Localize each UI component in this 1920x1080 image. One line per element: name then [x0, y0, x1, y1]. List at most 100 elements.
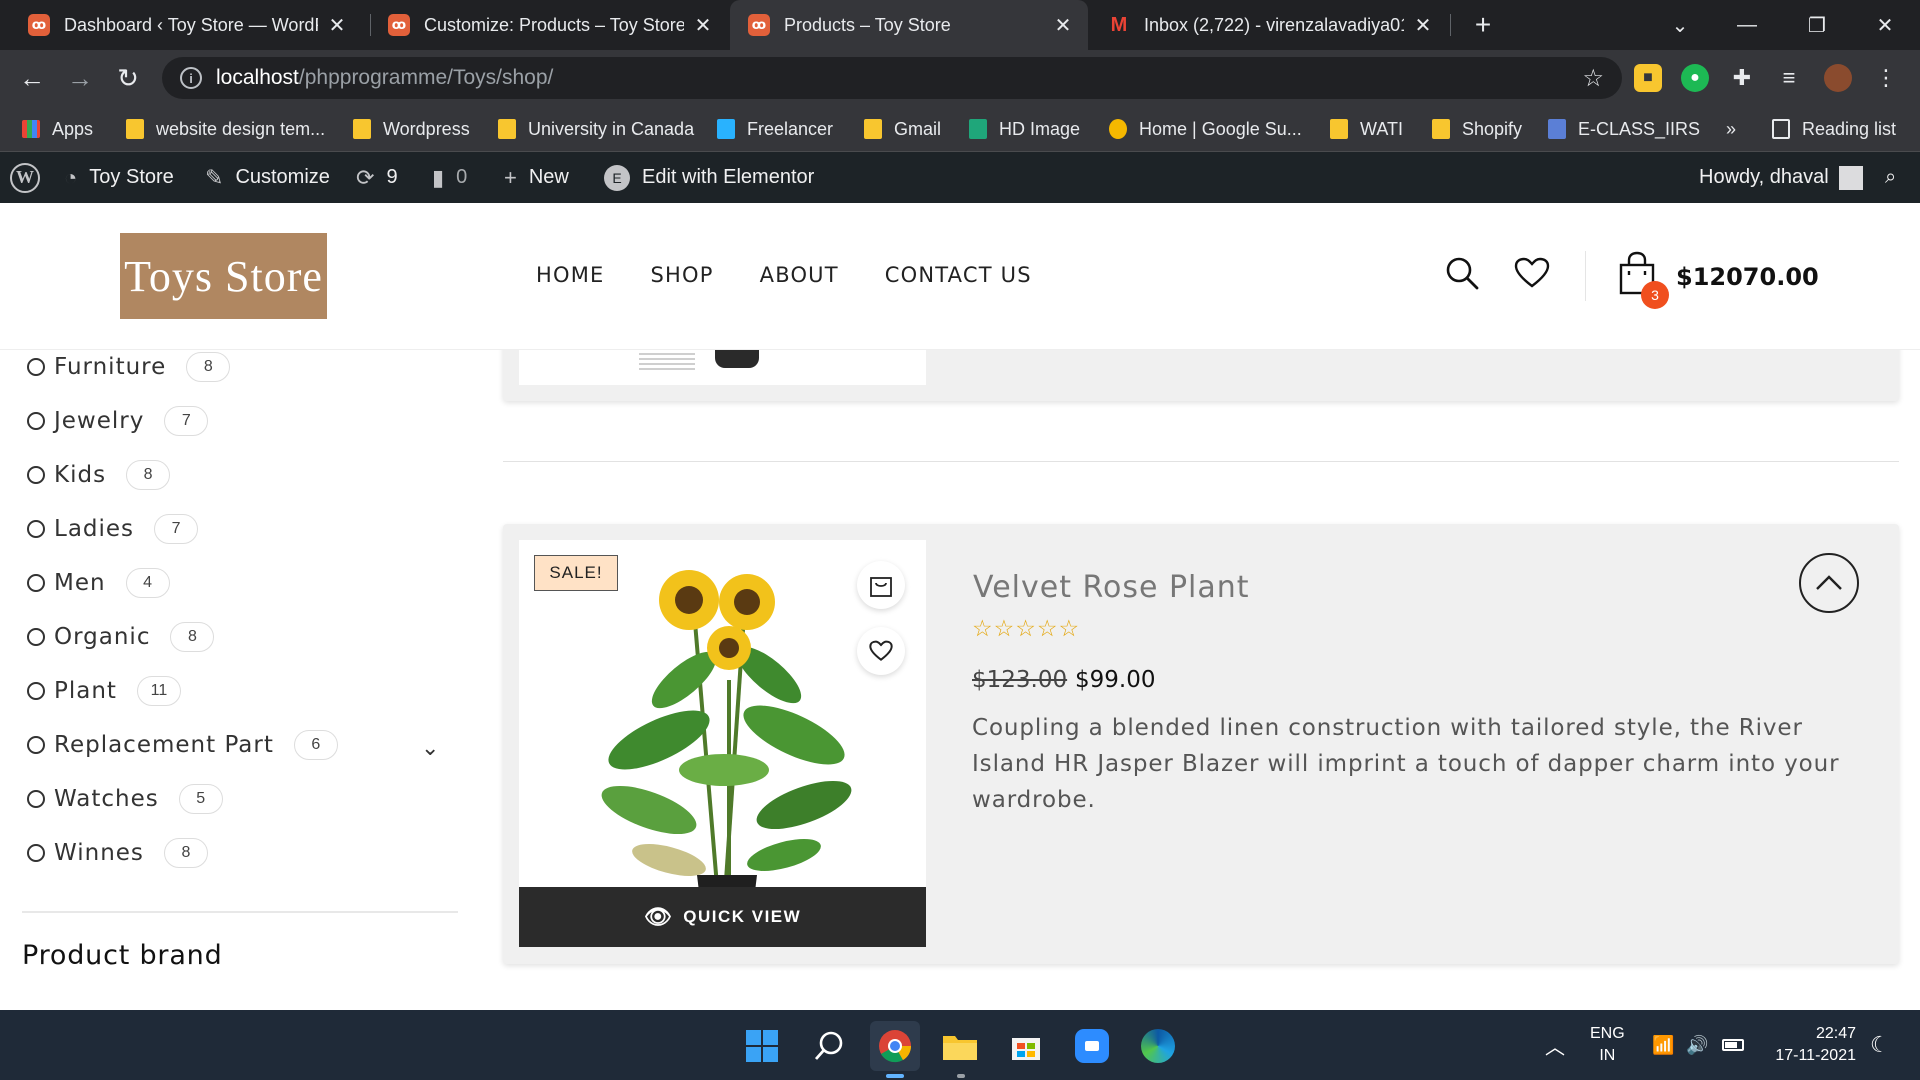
add-to-cart-button[interactable] — [857, 561, 905, 609]
product-title[interactable]: Velvet Rose Plant — [973, 570, 1250, 605]
close-tab-icon[interactable]: ✕ — [692, 13, 714, 38]
bookmarks-overflow-button[interactable]: » — [1726, 106, 1736, 152]
site-logo[interactable]: Toys Store — [120, 233, 327, 319]
category-name: Jewelry — [54, 408, 145, 434]
rating-stars: ☆☆☆☆☆ — [972, 615, 1081, 641]
close-window-icon[interactable]: ✕ — [1850, 0, 1920, 50]
media-control-icon[interactable]: ≡ — [1775, 64, 1803, 92]
extension-green-icon[interactable]: ● — [1681, 64, 1709, 92]
category-replacement-part[interactable]: Replacement Part 6 — [27, 728, 338, 762]
bookmark-website-design[interactable]: website design tem... — [126, 106, 325, 152]
bookmark-eclass-iirs[interactable]: E-CLASS_IIRS — [1548, 106, 1700, 152]
search-icon[interactable] — [1444, 255, 1480, 291]
bookmark-gmail[interactable]: Gmail — [864, 106, 941, 152]
category-name: Men — [54, 570, 106, 596]
admin-account[interactable]: Howdy, dhaval — [1699, 152, 1863, 203]
category-ladies[interactable]: Ladies 7 — [27, 512, 199, 546]
extension-note-icon[interactable]: ■ — [1634, 64, 1662, 92]
edge-icon[interactable] — [1133, 1021, 1183, 1071]
close-tab-icon[interactable]: ✕ — [1412, 13, 1434, 38]
nav-shop[interactable]: SHOP — [651, 263, 714, 287]
tab-dashboard[interactable]: ꝏ Dashboard ‹ Toy Store — WordPr ✕ — [10, 0, 362, 50]
tab-products[interactable]: ꝏ Products – Toy Store ✕ — [730, 0, 1088, 50]
wifi-icon[interactable]: 📶 — [1652, 1010, 1674, 1080]
radio-icon[interactable] — [27, 790, 45, 808]
radio-icon[interactable] — [27, 628, 45, 646]
category-men[interactable]: Men 4 — [27, 566, 170, 600]
close-tab-icon[interactable]: ✕ — [326, 13, 348, 38]
nav-contact-us[interactable]: CONTACT US — [885, 263, 1032, 287]
bookmark-star-icon[interactable]: ☆ — [1582, 64, 1604, 93]
admin-customize[interactable]: ✎ Customize — [205, 152, 330, 203]
bookmark-label: HD Image — [999, 118, 1081, 139]
wishlist-heart-icon[interactable] — [1514, 257, 1550, 289]
profile-avatar[interactable] — [1824, 64, 1852, 92]
radio-icon[interactable] — [27, 574, 45, 592]
windows-start-icon[interactable] — [737, 1021, 787, 1071]
radio-icon[interactable] — [27, 358, 45, 376]
extensions-puzzle-icon[interactable]: ✚ — [1728, 64, 1756, 92]
howdy-label: Howdy, dhaval — [1699, 166, 1829, 188]
add-to-wishlist-button[interactable] — [857, 627, 905, 675]
admin-site-name[interactable]: ◔ Toy Store — [64, 152, 174, 203]
clock[interactable]: 22:47 17-11-2021 — [1770, 1010, 1856, 1080]
bookmark-shopify[interactable]: Shopify — [1432, 106, 1522, 152]
bookmark-university-canada[interactable]: University in Canada — [498, 106, 694, 152]
category-furniture[interactable]: Furniture 8 — [27, 350, 231, 384]
radio-icon[interactable] — [27, 520, 45, 538]
address-bar[interactable]: i localhost/phpprogramme/Toys/shop/ ☆ — [162, 57, 1622, 99]
minimize-icon[interactable]: — — [1712, 0, 1782, 50]
radio-icon[interactable] — [27, 412, 45, 430]
forward-arrow-icon[interactable]: → — [62, 60, 98, 96]
category-jewelry[interactable]: Jewelry 7 — [27, 404, 209, 438]
site-info-icon[interactable]: i — [180, 67, 202, 89]
notifications-moon-icon[interactable]: ☾ — [1870, 1010, 1890, 1080]
scroll-to-top-button[interactable] — [1799, 553, 1859, 613]
menu-kebab-icon[interactable]: ⋮ — [1872, 64, 1900, 92]
reload-icon[interactable]: ↻ — [110, 60, 146, 96]
volume-icon[interactable]: 🔊 — [1686, 1010, 1708, 1080]
admin-edit-elementor[interactable]: E Edit with Elementor — [604, 152, 814, 203]
category-organic[interactable]: Organic 8 — [27, 620, 215, 654]
taskbar-search-icon[interactable] — [804, 1021, 854, 1071]
radio-icon[interactable] — [27, 736, 45, 754]
back-arrow-icon[interactable]: ← — [14, 60, 50, 96]
chevron-down-icon[interactable]: ⌄ — [421, 735, 439, 761]
microsoft-store-icon[interactable] — [1001, 1021, 1051, 1071]
tab-search-icon[interactable]: ⌄ — [1645, 0, 1715, 50]
bookmark-freelancer[interactable]: Freelancer — [717, 106, 833, 152]
quick-view-button[interactable]: 👁 QUICK VIEW — [519, 887, 926, 947]
file-explorer-icon[interactable] — [935, 1021, 985, 1071]
restore-icon[interactable]: ❐ — [1782, 0, 1852, 50]
category-plant[interactable]: Plant 11 — [27, 674, 181, 708]
admin-comments[interactable]: ▮ 0 — [432, 152, 467, 203]
language-indicator[interactable]: ENG IN — [1590, 1010, 1625, 1080]
category-winnes[interactable]: Winnes 8 — [27, 836, 208, 870]
nav-about[interactable]: ABOUT — [760, 263, 839, 287]
category-watches[interactable]: Watches 5 — [27, 782, 223, 816]
radio-icon[interactable] — [27, 682, 45, 700]
nav-home[interactable]: HOME — [536, 263, 605, 287]
radio-icon[interactable] — [27, 844, 45, 862]
bookmark-wordpress[interactable]: Wordpress — [353, 106, 470, 152]
radio-icon[interactable] — [27, 466, 45, 484]
bookmark-apps[interactable]: Apps — [22, 106, 93, 152]
reading-list-button[interactable]: Reading list — [1772, 106, 1896, 152]
admin-updates[interactable]: ⟳ 9 — [356, 152, 398, 203]
category-kids[interactable]: Kids 8 — [27, 458, 171, 492]
chrome-icon[interactable] — [870, 1021, 920, 1071]
admin-new[interactable]: + New — [504, 152, 569, 203]
tray-overflow-chevron-icon[interactable]: ︿ — [1545, 1010, 1565, 1080]
wordpress-logo-button[interactable]: W — [10, 152, 40, 203]
close-tab-icon[interactable]: ✕ — [1052, 13, 1074, 38]
admin-search-icon[interactable]: ⌕ — [1885, 152, 1896, 203]
bookmark-hd-image[interactable]: HD Image — [969, 106, 1080, 152]
tab-gmail[interactable]: M Inbox (2,722) - virenzalavadiya01 ✕ — [1090, 0, 1448, 50]
bookmark-wati[interactable]: WATI — [1330, 106, 1403, 152]
zoom-icon[interactable] — [1067, 1021, 1117, 1071]
tab-customize[interactable]: ꝏ Customize: Products – Toy Store ✕ — [370, 0, 728, 50]
cart-total[interactable]: $12070.00 — [1676, 263, 1819, 291]
battery-icon[interactable] — [1722, 1010, 1744, 1080]
new-tab-button[interactable]: + — [1466, 8, 1500, 42]
bookmark-google-su[interactable]: Home | Google Su... — [1109, 106, 1302, 152]
